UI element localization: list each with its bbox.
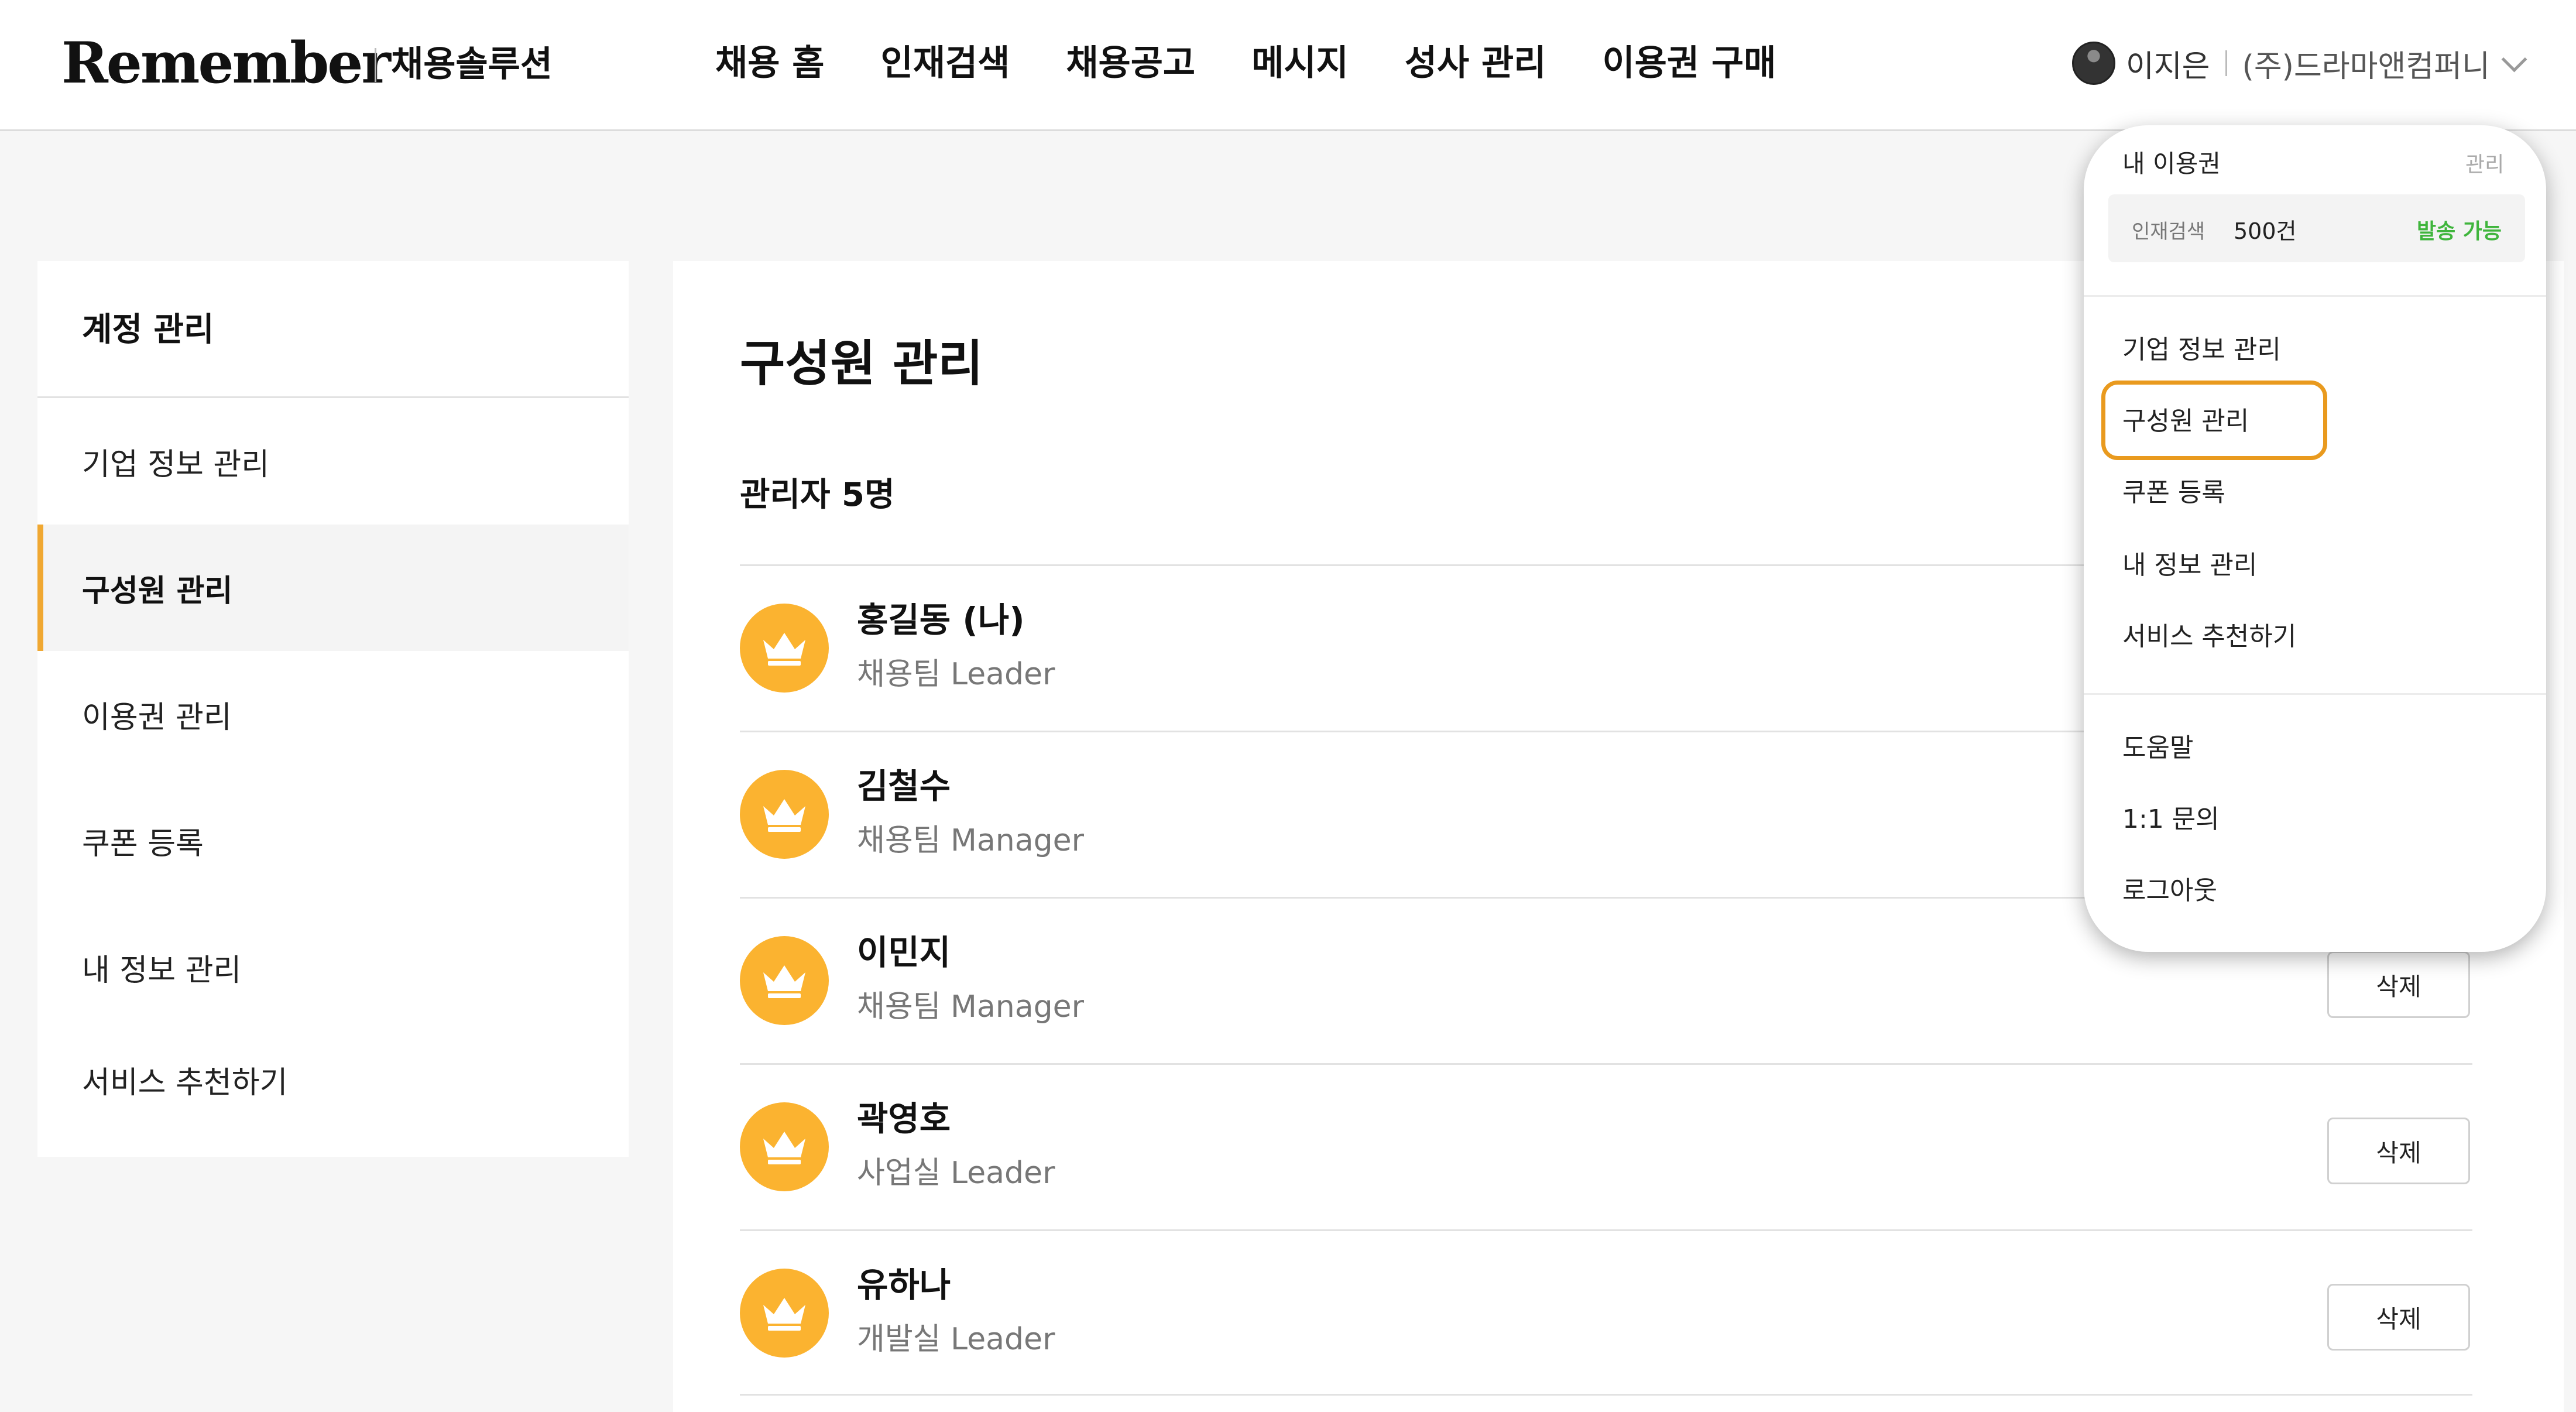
page-title: 구성원 관리 <box>740 335 983 392</box>
sidebar-item-company-info[interactable]: 기업 정보 관리 <box>37 398 629 525</box>
chevron-down-icon[interactable] <box>2501 46 2527 72</box>
crown-icon <box>740 1269 829 1358</box>
pass-type: 인재검색 <box>2132 220 2205 244</box>
dropdown-item-company-info[interactable]: 기업 정보 관리 <box>2122 333 2281 368</box>
member-row: 곽영호 사업실 Leader 삭제 <box>740 1063 2472 1229</box>
avatar <box>2072 42 2115 85</box>
sidebar-header: 계정 관리 <box>37 261 629 398</box>
user-divider <box>2225 50 2227 76</box>
dropdown-item-help[interactable]: 도움말 <box>2122 731 2193 766</box>
sidebar-item-pass[interactable]: 이용권 관리 <box>37 651 629 777</box>
dropdown-item-recommend[interactable]: 서비스 추천하기 <box>2122 619 2296 654</box>
top-header: Remember 채용솔루션 채용 홈 인재검색 채용공고 메시지 성사 관리 … <box>0 0 2576 131</box>
member-name: 유하나 <box>857 1265 951 1305</box>
dropdown-item-coupon[interactable]: 쿠폰 등록 <box>2122 475 2225 510</box>
sidebar-item-members[interactable]: 구성원 관리 <box>37 525 629 651</box>
pass-status: 발송 가능 <box>2416 220 2502 244</box>
admin-count: 관리자 5명 <box>740 476 895 514</box>
member-role: 사업실 Leader <box>857 1156 1055 1191</box>
sidebar-title: 계정 관리 <box>82 311 214 349</box>
sidebar-item-coupon[interactable]: 쿠폰 등록 <box>37 777 629 904</box>
crown-icon <box>740 770 829 859</box>
dropdown-item-my-info[interactable]: 내 정보 관리 <box>2122 548 2257 583</box>
dropdown-divider <box>2084 295 2546 297</box>
user-company: (주)드라마앤컴퍼니 <box>2242 49 2490 84</box>
member-name: 이민지 <box>857 933 951 972</box>
member-role: 채용팀 Manager <box>857 823 1084 858</box>
remember-logo[interactable]: Remember <box>61 28 391 98</box>
sidebar-item-my-info[interactable]: 내 정보 관리 <box>37 904 629 1030</box>
nav-deal-management[interactable]: 성사 관리 <box>1405 39 1546 88</box>
delete-member-button[interactable]: 삭제 <box>2327 1118 2470 1184</box>
dropdown-item-inquiry[interactable]: 1:1 문의 <box>2122 802 2220 837</box>
account-sidebar: 계정 관리 기업 정보 관리 구성원 관리 이용권 관리 쿠폰 등록 내 정보 … <box>37 261 629 1157</box>
nav-job-postings[interactable]: 채용공고 <box>1066 39 1195 88</box>
user-menu-toggle[interactable]: 이지은 (주)드라마앤컴퍼니 <box>2072 39 2527 88</box>
logo-subtitle[interactable]: 채용솔루션 <box>391 41 553 88</box>
member-name: 홍길동 (나) <box>857 600 1025 640</box>
dropdown-item-logout[interactable]: 로그아웃 <box>2122 873 2217 909</box>
member-role: 채용팀 Leader <box>857 657 1055 692</box>
delete-member-button[interactable]: 삭제 <box>2327 951 2470 1018</box>
crown-icon <box>740 936 829 1025</box>
member-row: 유하나 개발실 Leader 삭제 <box>740 1229 2472 1396</box>
member-name: 김철수 <box>857 766 951 806</box>
user-dropdown-menu: 내 이용권 관리 인재검색 500건 발송 가능 기업 정보 관리 구성원 관리… <box>2084 125 2546 952</box>
pass-manage-link[interactable]: 관리 <box>2465 149 2504 181</box>
nav-talent-search[interactable]: 인재검색 <box>881 39 1010 88</box>
pass-count: 500건 <box>2234 218 2297 244</box>
my-pass-label: 내 이용권 <box>2122 149 2221 178</box>
member-role: 채용팀 Manager <box>857 989 1084 1024</box>
crown-icon <box>740 604 829 693</box>
dropdown-item-members[interactable]: 구성원 관리 <box>2122 404 2249 439</box>
nav-recruit-home[interactable]: 채용 홈 <box>715 39 825 88</box>
user-name: 이지은 <box>2126 49 2210 84</box>
delete-member-button[interactable]: 삭제 <box>2327 1284 2470 1351</box>
nav-buy-pass[interactable]: 이용권 구매 <box>1602 39 1776 88</box>
sidebar-item-recommend[interactable]: 서비스 추천하기 <box>37 1016 629 1143</box>
member-role: 개발실 Leader <box>857 1322 1055 1357</box>
logo-divider <box>375 48 376 82</box>
pass-summary: 인재검색 500건 발송 가능 <box>2108 194 2525 262</box>
dropdown-divider <box>2084 693 2546 695</box>
member-name: 곽영호 <box>857 1099 951 1139</box>
nav-messages[interactable]: 메시지 <box>1251 39 1349 88</box>
main-nav: 채용 홈 인재검색 채용공고 메시지 성사 관리 이용권 구매 <box>715 39 1776 88</box>
crown-icon <box>740 1102 829 1191</box>
